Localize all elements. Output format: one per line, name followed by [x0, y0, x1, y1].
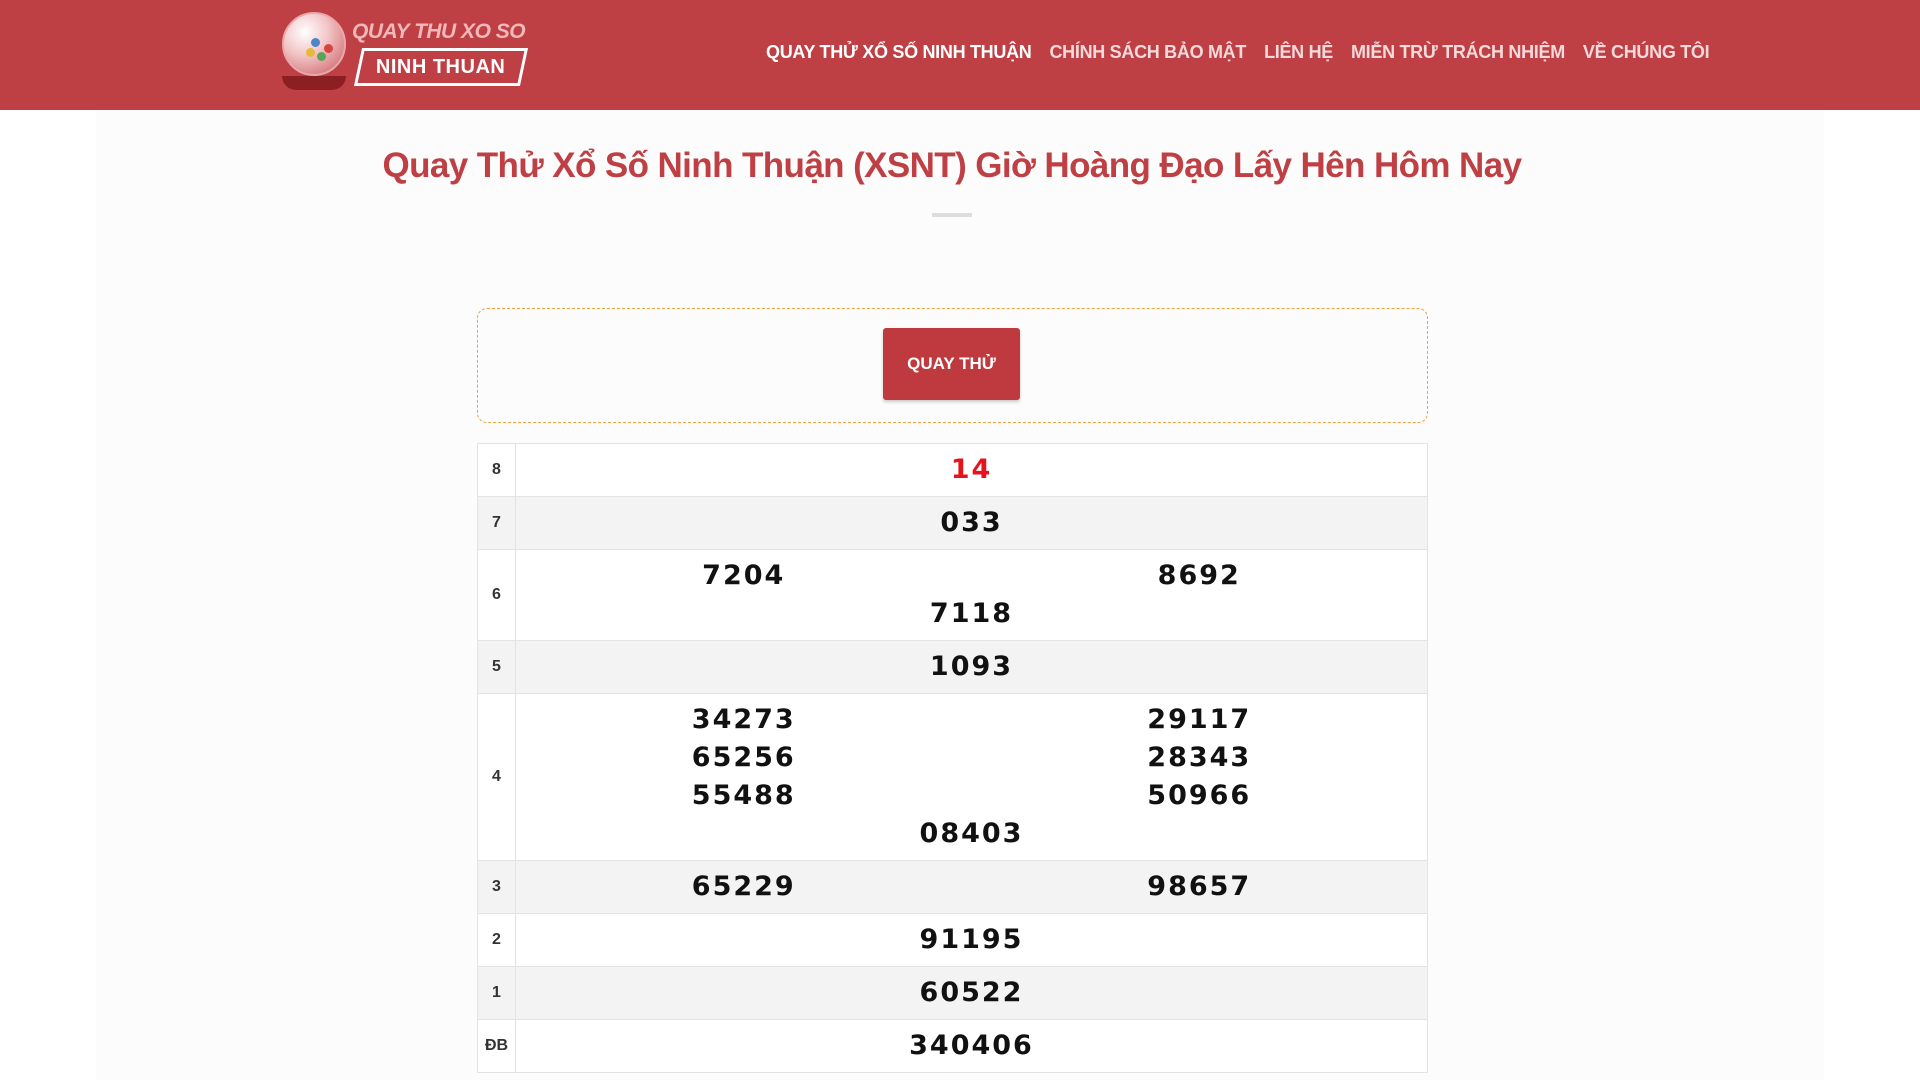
result-number: 340406	[909, 1030, 1034, 1061]
result-number: 98657	[1147, 871, 1252, 902]
prize-label: ĐB	[477, 1019, 516, 1073]
logo-tagline: QUAY THU XO SO	[352, 20, 526, 43]
table-row: ĐB 340406	[477, 1019, 1428, 1073]
nav-link-contact[interactable]: LIÊN HỆ	[1264, 42, 1333, 63]
page-title: Quay Thử Xổ Số Ninh Thuận (XSNT) Giờ Hoà…	[382, 146, 1523, 185]
table-row: 6 7204 8692 7118	[477, 549, 1428, 641]
prize-label: 5	[477, 640, 516, 694]
prize-numbers: 033	[515, 496, 1428, 550]
prize-label: 3	[477, 860, 516, 914]
prize-numbers: 34273 29117 65256 28343 55488 50966 0840…	[515, 693, 1428, 861]
prize-numbers: 1093	[515, 640, 1428, 694]
result-number: 60522	[919, 977, 1024, 1008]
result-number: 55488	[691, 780, 796, 811]
prize-label: 6	[477, 549, 516, 641]
prize-numbers: 91195	[515, 913, 1428, 967]
table-row: 5 1093	[477, 640, 1428, 694]
prize-numbers: 65229 98657	[515, 860, 1428, 914]
nav-link-disclaimer[interactable]: MIỄN TRỪ TRÁCH NHIỆM	[1351, 42, 1565, 63]
site-logo[interactable]: QUAY THU XO SO NINH THUAN	[278, 8, 538, 98]
table-row: 7 033	[477, 496, 1428, 550]
logo-stand	[282, 76, 346, 90]
main-nav: QUAY THỬ XỔ SỐ NINH THUẬN CHÍNH SÁCH BẢO…	[766, 40, 1710, 64]
result-number: 14	[950, 454, 993, 485]
result-number: 34273	[691, 704, 796, 735]
lottery-ball-icon	[282, 12, 346, 76]
result-number: 65256	[691, 742, 796, 773]
spin-button[interactable]: QUAY THỬ	[883, 328, 1020, 400]
prize-label: 1	[477, 966, 516, 1020]
prize-label: 4	[477, 693, 516, 861]
logo-wordmark-text: NINH THUAN	[376, 55, 506, 78]
result-number: 50966	[1147, 780, 1252, 811]
prize-numbers: 14	[515, 443, 1428, 497]
table-row: 4 34273 29117 65256 28343 55488 50966 08…	[477, 693, 1428, 861]
result-number: 033	[940, 507, 1003, 538]
nav-link-privacy[interactable]: CHÍNH SÁCH BẢO MẬT	[1049, 42, 1246, 63]
results-table: 8 14 7 033 6 7204 8692 7118 5 1093 4 342…	[477, 443, 1428, 1073]
prize-label: 8	[477, 443, 516, 497]
result-number: 1093	[929, 651, 1014, 682]
site-header: QUAY THU XO SO NINH THUAN QUAY THỬ XỔ SỐ…	[0, 0, 1920, 110]
result-number: 29117	[1147, 704, 1252, 735]
prize-numbers: 340406	[515, 1019, 1428, 1073]
logo-wordmark: NINH THUAN	[353, 48, 529, 86]
result-number: 28343	[1147, 742, 1252, 773]
result-number: 8692	[1157, 560, 1241, 591]
result-number: 08403	[919, 818, 1024, 849]
prize-label: 7	[477, 496, 516, 550]
result-number: 91195	[919, 924, 1024, 955]
title-divider	[932, 213, 972, 217]
result-number: 65229	[691, 871, 796, 902]
nav-link-about[interactable]: VỀ CHÚNG TÔI	[1583, 42, 1710, 63]
prize-numbers: 60522	[515, 966, 1428, 1020]
prize-label: 2	[477, 913, 516, 967]
table-row: 2 91195	[477, 913, 1428, 967]
table-row: 1 60522	[477, 966, 1428, 1020]
table-row: 3 65229 98657	[477, 860, 1428, 914]
result-number: 7118	[929, 598, 1014, 629]
nav-link-quay-thu[interactable]: QUAY THỬ XỔ SỐ NINH THUẬN	[766, 42, 1032, 63]
table-row: 8 14	[477, 443, 1428, 497]
prize-numbers: 7204 8692 7118	[515, 549, 1428, 641]
result-number: 7204	[702, 560, 786, 591]
